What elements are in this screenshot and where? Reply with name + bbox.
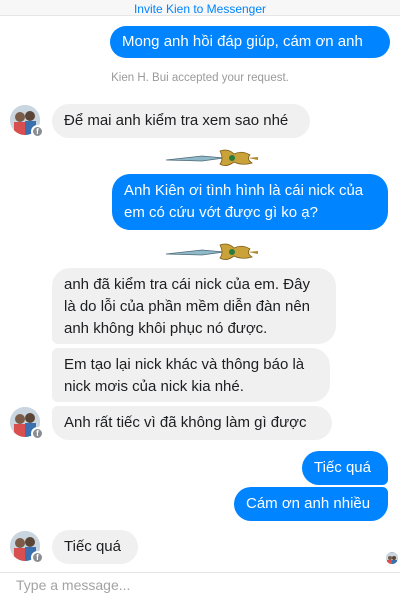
- message-composer: [0, 572, 400, 597]
- contact-avatar[interactable]: f: [10, 531, 44, 564]
- message-text-line: nick mơis của nick kia nhé.: [64, 378, 244, 395]
- incoming-message-bubble[interactable]: Anh rất tiếc vì đã không làm gì được: [52, 406, 332, 440]
- message-text-line: em có cứu vớt được gì ko ạ?: [124, 204, 318, 221]
- seen-indicator-avatar: [386, 552, 398, 564]
- outgoing-message-bubble[interactable]: Tiếc quá: [302, 451, 388, 485]
- invite-to-messenger-link[interactable]: Invite Kien to Messenger: [134, 2, 266, 16]
- messenger-platform-badge-icon: f: [31, 427, 44, 440]
- messenger-platform-badge-icon: f: [31, 125, 44, 138]
- incoming-message-bubble[interactable]: Để mai anh kiểm tra xem sao nhé: [52, 104, 310, 138]
- contact-avatar[interactable]: f: [10, 105, 44, 138]
- message-text: Mong anh hồi đáp giúp, cám ơn anh: [122, 33, 363, 50]
- outgoing-message-bubble[interactable]: Mong anh hồi đáp giúp, cám ơn anh: [110, 26, 390, 58]
- outgoing-message-bubble[interactable]: Cám ơn anh nhiều: [234, 487, 388, 521]
- message-text-line: Anh Kiên ơi tình hình là cái nick của: [124, 182, 364, 199]
- message-text-line: Em tạo lại nick khác và thông báo là: [64, 356, 305, 373]
- message-text-line: anh đã kiểm tra cái nick của em. Đây: [64, 276, 310, 293]
- incoming-message-bubble[interactable]: anh đã kiểm tra cái nick của em. Đây là …: [52, 268, 336, 344]
- message-text: Anh rất tiếc vì đã không làm gì được: [64, 414, 307, 431]
- message-text: Cám ơn anh nhiều: [246, 495, 371, 512]
- message-text: Tiếc quá: [64, 538, 121, 555]
- golden-dragon-sword-sticker[interactable]: [162, 146, 260, 177]
- messenger-platform-badge-icon: f: [31, 551, 44, 564]
- message-text: Tiếc quá: [314, 459, 371, 476]
- golden-dragon-sword-sticker[interactable]: [162, 240, 260, 271]
- incoming-message-bubble[interactable]: Tiếc quá: [52, 530, 138, 564]
- invite-bar: Invite Kien to Messenger: [0, 0, 400, 16]
- message-text-line: là do lỗi của phần mềm diễn đàn nên: [64, 298, 311, 315]
- message-text: Để mai anh kiểm tra xem sao nhé: [64, 112, 289, 129]
- accepted-request-notice: Kien H. Bui accepted your request.: [111, 72, 289, 84]
- incoming-message-bubble[interactable]: Em tạo lại nick khác và thông báo là nic…: [52, 348, 330, 402]
- message-input[interactable]: [16, 573, 396, 597]
- message-text-line: anh không khôi phục nó được.: [64, 320, 268, 337]
- outgoing-message-bubble[interactable]: Anh Kiên ơi tình hình là cái nick của em…: [112, 174, 388, 230]
- contact-avatar[interactable]: f: [10, 407, 44, 440]
